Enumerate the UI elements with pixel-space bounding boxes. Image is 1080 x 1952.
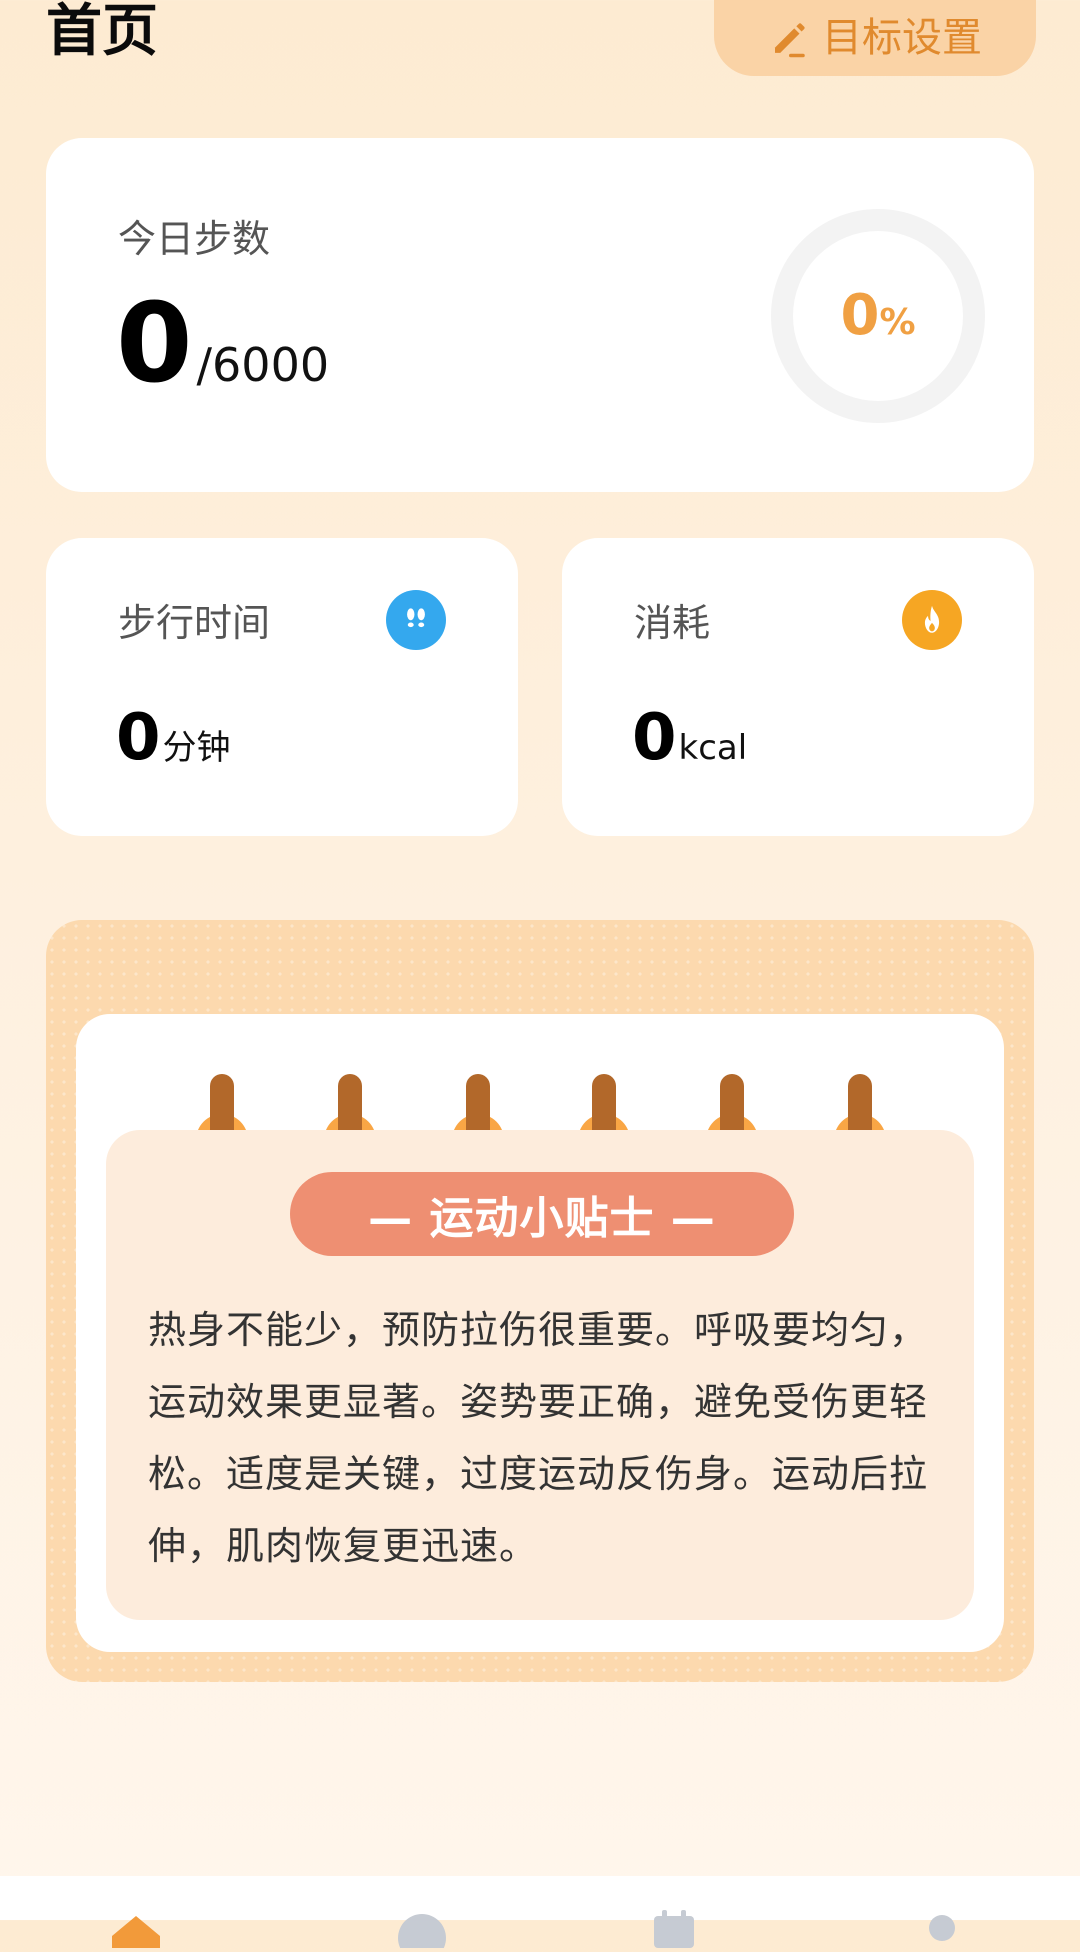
nav-item-calendar[interactable] (604, 1876, 744, 1948)
pencil-icon (768, 17, 810, 59)
tips-calendar-frame: — 运动小贴士 — 热身不能少，预防拉伤很重要。呼吸要均匀，运动效果更显著。姿势… (46, 920, 1034, 1682)
walk-time-label: 步行时间 (118, 601, 271, 645)
tips-content: 热身不能少，预防拉伤很重要。呼吸要均匀，运动效果更显著。姿势要正确，避免受伤更轻… (148, 1308, 929, 1568)
walk-time-unit: 分钟 (162, 728, 231, 768)
flame-icon (902, 590, 962, 650)
steps-label: 今日步数 (118, 217, 271, 261)
walk-time-value-group: 0 分钟 (116, 706, 231, 770)
calendar-icon (644, 1908, 704, 1952)
calories-card: 消耗 0 kcal (562, 538, 1034, 836)
steps-progress-value: 0 (840, 283, 880, 348)
page-title: 首页 (46, 0, 158, 64)
steps-progress-ring: 0 % (770, 208, 986, 424)
tips-body: — 运动小贴士 — 热身不能少，预防拉伤很重要。呼吸要均匀，运动效果更显著。姿势… (106, 1130, 974, 1620)
home-icon (106, 1908, 166, 1952)
calories-label: 消耗 (634, 601, 711, 645)
tips-calendar-sheet: — 运动小贴士 — 热身不能少，预防拉伤很重要。呼吸要均匀，运动效果更显著。姿势… (76, 1014, 1004, 1652)
steps-count: 0 /6000 (116, 288, 329, 398)
calories-value: 0 (632, 701, 677, 775)
nav-item-home[interactable] (66, 1876, 206, 1948)
nav-item-profile[interactable] (872, 1876, 1012, 1941)
footprints-icon (386, 590, 446, 650)
goal-settings-button[interactable]: 目标设置 (714, 0, 1036, 76)
bottom-nav (0, 1876, 1080, 1952)
calories-value-group: 0 kcal (632, 706, 747, 770)
calories-unit: kcal (678, 728, 748, 768)
steps-card: 今日步数 0 /6000 0 % (46, 138, 1034, 492)
steps-progress-unit: % (879, 302, 916, 343)
walk-time-card: 步行时间 0 分钟 (46, 538, 518, 836)
steps-goal: /6000 (196, 338, 330, 392)
steps-value: 0 (116, 279, 193, 407)
tips-title: — 运动小贴士 — (290, 1172, 794, 1256)
compass-icon (392, 1908, 452, 1952)
nav-item-discover[interactable] (352, 1876, 492, 1952)
goal-settings-label: 目标设置 (822, 15, 982, 61)
profile-icon (912, 1908, 972, 1952)
walk-time-value: 0 (116, 701, 161, 775)
steps-progress-text: 0 % (770, 208, 986, 424)
